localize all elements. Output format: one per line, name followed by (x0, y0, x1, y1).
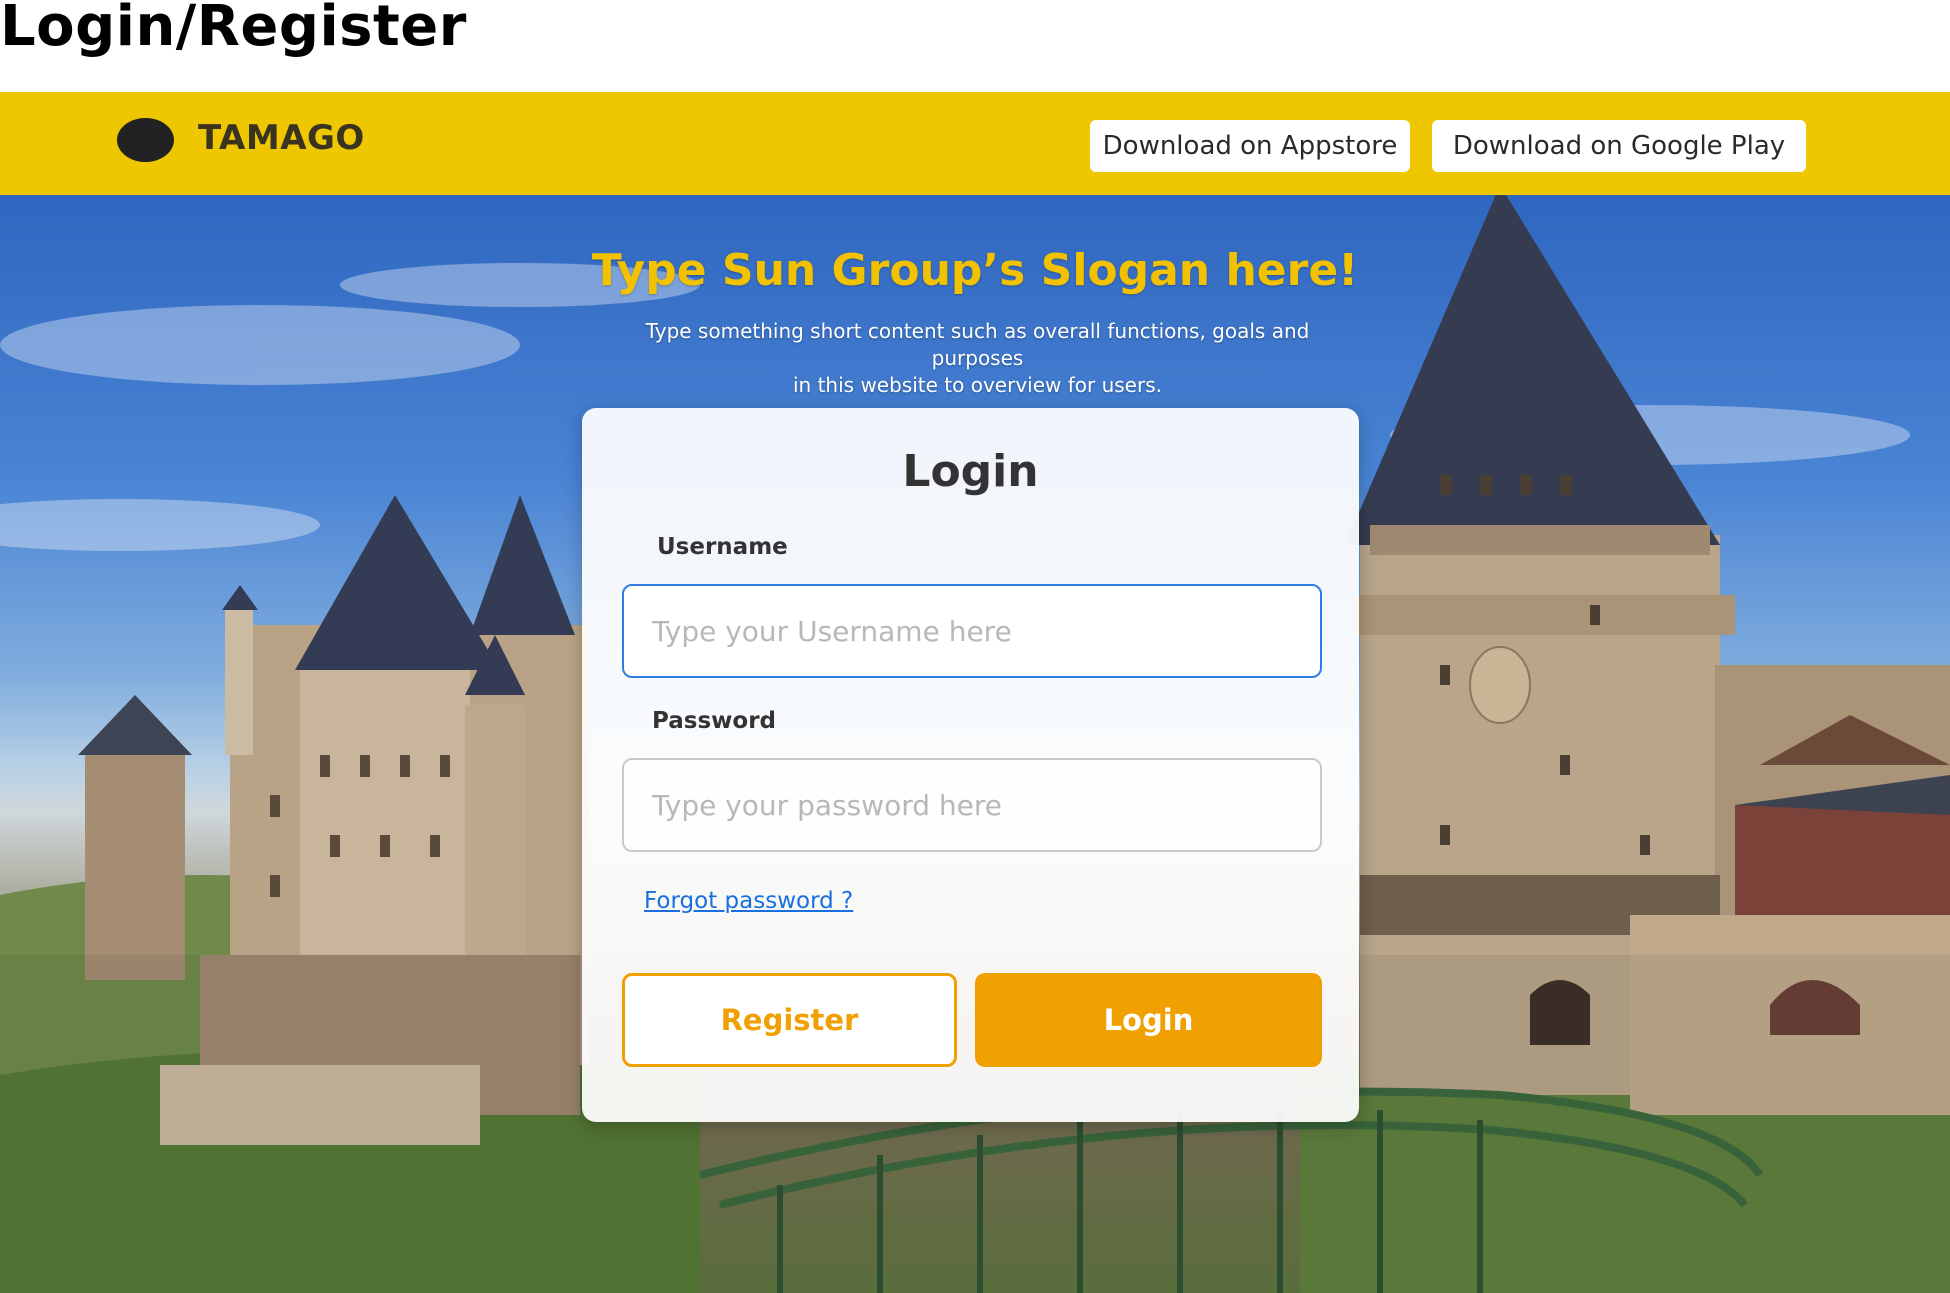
login-card-title: Login (902, 446, 1039, 497)
subtitle-line-2: in this website to overview for users. (793, 373, 1162, 397)
subtitle: Type something short content such as ove… (615, 318, 1340, 399)
password-label: Password (652, 708, 776, 734)
page-heading: Login/Register (0, 0, 467, 59)
username-input[interactable] (622, 584, 1322, 678)
download-google-play-button[interactable]: Download on Google Play (1432, 120, 1806, 172)
hero-background: Type Sun Group’s Slogan here! Type somet… (0, 195, 1950, 1293)
password-input[interactable] (622, 758, 1322, 852)
login-card: Login Username Password Forgot password … (582, 408, 1359, 1122)
slogan: Type Sun Group’s Slogan here! (591, 245, 1359, 296)
login-button[interactable]: Login (975, 973, 1322, 1067)
forgot-password-link[interactable]: Forgot password ? (644, 888, 853, 914)
brand-name[interactable]: TAMAGO (198, 118, 365, 158)
username-label: Username (657, 534, 788, 560)
logo-icon[interactable] (117, 118, 174, 162)
register-button[interactable]: Register (622, 973, 957, 1067)
download-appstore-button[interactable]: Download on Appstore (1090, 120, 1410, 172)
subtitle-line-1: Type something short content such as ove… (645, 319, 1310, 370)
top-bar: TAMAGO Download on Appstore Download on … (0, 92, 1950, 195)
